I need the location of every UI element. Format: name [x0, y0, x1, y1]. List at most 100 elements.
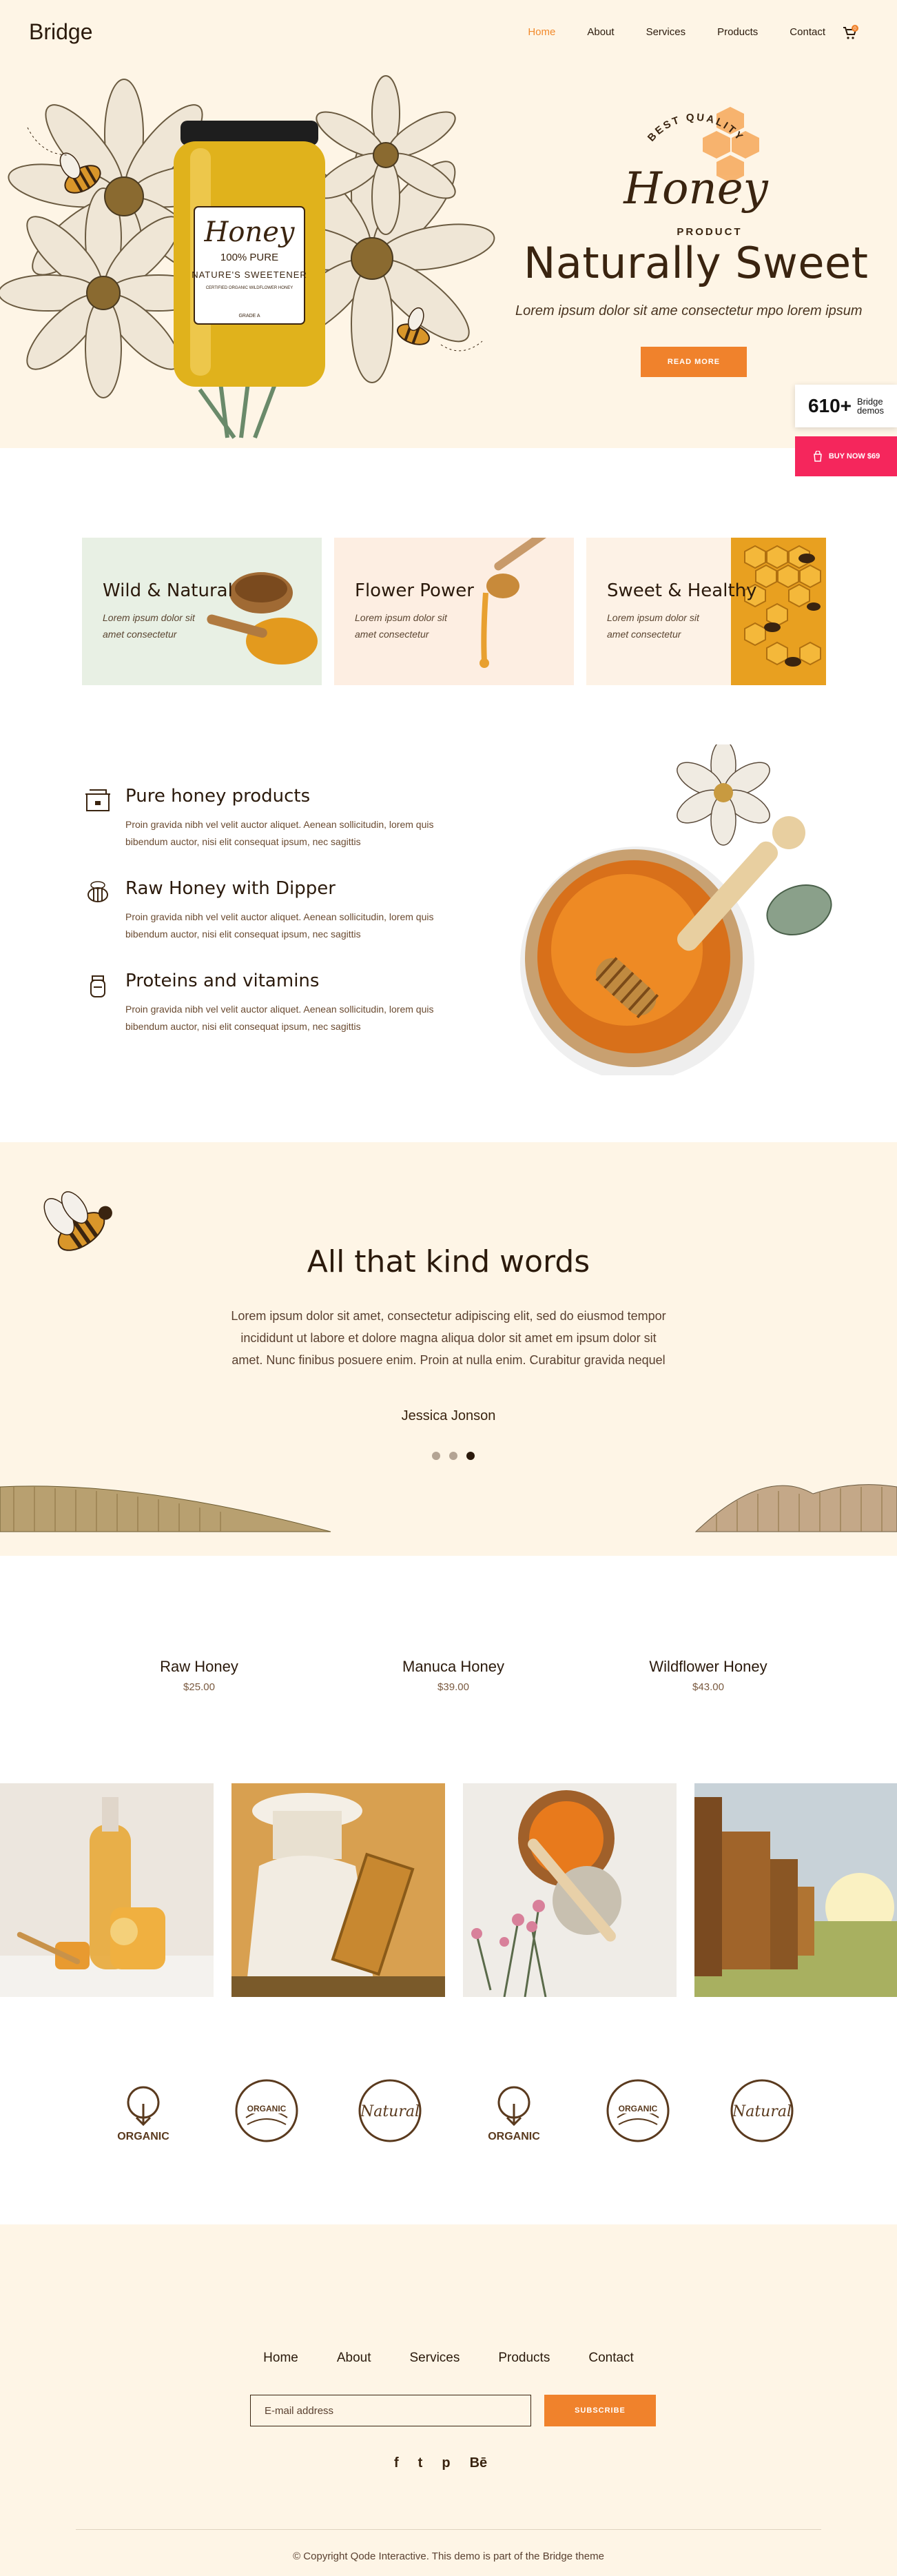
product-name[interactable]: Raw Honey — [96, 1658, 302, 1676]
footer-nav-home[interactable]: Home — [263, 2351, 298, 2366]
honey-bowl-flowers-image — [471, 1790, 621, 1997]
demos-count-widget[interactable]: 610+ Bridge demos — [795, 385, 897, 427]
footer-divider — [76, 2529, 821, 2530]
card-title: Sweet & Healthy — [607, 580, 757, 601]
card-flower-power[interactable]: Flower Power Lorem ipsum dolor sit amet … — [334, 538, 574, 685]
nav-home[interactable]: Home — [528, 26, 555, 38]
svg-text:GRADE A: GRADE A — [238, 314, 260, 318]
natural-script-badge-icon: Natural — [730, 2079, 794, 2142]
cart-icon[interactable]: 0 — [842, 25, 858, 41]
email-field[interactable] — [250, 2395, 531, 2426]
slider-dot-active[interactable] — [466, 1452, 475, 1460]
svg-text:ORGANIC: ORGANIC — [117, 2131, 169, 2142]
feature-raw-honey: Raw Honey with Dipper Proin gravida nibh… — [83, 878, 468, 947]
shopping-bag-icon — [813, 451, 822, 462]
svg-text:NATURE'S SWEETENER: NATURE'S SWEETENER — [192, 270, 307, 280]
hills-illustration — [0, 1484, 897, 1532]
feature-title: Pure honey products — [125, 786, 311, 807]
slider-dot[interactable] — [449, 1452, 457, 1460]
feature-text: Proin gravida nibh vel velit auctor aliq… — [125, 1004, 434, 1032]
card-text: Lorem ipsum dolor sit amet consectetur — [607, 612, 699, 640]
buy-now-widget[interactable]: BUY NOW $69 — [795, 436, 897, 476]
footer-nav: Home About Services Products Contact — [0, 2351, 897, 2366]
product-wildflower-honey[interactable]: Wildflower Honey $43.00 — [605, 1658, 812, 1693]
natural-script-badge-icon: Natural — [358, 2079, 422, 2142]
svg-text:PRODUCT: PRODUCT — [677, 226, 742, 238]
honey-pot-dipper-image — [520, 744, 832, 1075]
gallery-photo-beehives[interactable] — [694, 1783, 897, 1997]
hero-subtitle: Lorem ipsum dolor sit ame consectetur mp… — [515, 303, 863, 318]
demos-label: Bridge demos — [857, 396, 885, 416]
honey-jar-icon — [90, 975, 105, 997]
nav-about[interactable]: About — [587, 26, 614, 38]
beehives-image — [694, 1783, 897, 1997]
honey-quality-badge: BEST QUALITY Honey PRODUCT — [623, 107, 769, 238]
nav-products[interactable]: Products — [717, 26, 758, 38]
subscribe-button[interactable]: SUBSCRIBE — [544, 2395, 656, 2426]
pinterest-icon[interactable]: p — [442, 2455, 450, 2471]
feature-pure-honey: Pure honey products Proin gravida nibh v… — [83, 786, 468, 855]
organic-field-badge-icon: ORGANIC — [235, 2079, 298, 2142]
product-price: $39.00 — [437, 1681, 469, 1693]
nav-contact[interactable]: Contact — [790, 26, 825, 38]
site-header: Bridge Home About Services Products Cont… — [0, 0, 897, 65]
footer-nav-about[interactable]: About — [337, 2351, 371, 2366]
twitter-icon[interactable]: t — [418, 2455, 423, 2471]
feature-title: Raw Honey with Dipper — [125, 878, 336, 899]
product-manuca-honey[interactable]: Manuca Honey $39.00 — [350, 1658, 557, 1693]
gallery-photo-beekeeper[interactable] — [231, 1783, 445, 1997]
beekeeper-image — [231, 1783, 445, 1997]
card-wild-natural[interactable]: Wild & Natural Lorem ipsum dolor sit ame… — [82, 538, 322, 685]
bee-icon — [87, 881, 108, 902]
footer-nav-contact[interactable]: Contact — [588, 2351, 633, 2366]
read-more-button[interactable]: READ MORE — [641, 347, 747, 377]
testimonial-quote: Lorem ipsum dolor sit amet, consectetur … — [231, 1309, 666, 1367]
svg-text:0: 0 — [854, 27, 856, 32]
gallery-photo-bottles[interactable] — [0, 1783, 214, 1997]
footer-nav-products[interactable]: Products — [498, 2351, 550, 2366]
svg-text:Natural: Natural — [732, 2103, 792, 2120]
feature-text: Proin gravida nibh vel velit auctor aliq… — [125, 819, 434, 847]
card-title: Flower Power — [355, 580, 474, 601]
buy-now-label: BUY NOW $69 — [828, 452, 880, 460]
organic-field-badge-icon: ORGANIC — [606, 2079, 670, 2142]
behance-icon[interactable]: Bē — [470, 2455, 488, 2471]
testimonial-author: Jessica Jonson — [401, 1408, 496, 1423]
beehive-box-icon — [85, 789, 110, 811]
hero-illustration: Honey 100% PURE NATURE'S SWEETENER CERTI… — [0, 75, 495, 439]
feature-text: Proin gravida nibh vel velit auctor aliq… — [125, 911, 434, 940]
svg-text:ORGANIC: ORGANIC — [488, 2131, 540, 2142]
feature-proteins: Proteins and vitamins Proin gravida nibh… — [83, 971, 468, 1039]
gallery-photo-honey-flowers[interactable] — [463, 1783, 677, 1997]
product-name[interactable]: Manuca Honey — [350, 1658, 557, 1676]
product-price: $43.00 — [692, 1681, 724, 1693]
facebook-icon[interactable]: f — [394, 2455, 399, 2471]
testimonial-title: All that kind words — [307, 1244, 590, 1279]
svg-text:Honey: Honey — [623, 163, 768, 214]
slider-dot[interactable] — [432, 1452, 440, 1460]
honey-bottles-image — [0, 1797, 214, 1997]
slider-dots — [432, 1452, 475, 1460]
copyright-text: © Copyright Qode Interactive. This demo … — [293, 2550, 604, 2562]
site-logo[interactable]: Bridge — [29, 19, 93, 45]
organic-tree-badge-icon: ORGANIC — [488, 2086, 540, 2142]
nav-services[interactable]: Services — [646, 26, 686, 38]
svg-text:Natural: Natural — [360, 2103, 420, 2120]
product-raw-honey[interactable]: Raw Honey $25.00 — [96, 1658, 302, 1693]
svg-text:Honey: Honey — [204, 216, 296, 248]
product-price: $25.00 — [183, 1681, 215, 1693]
svg-text:100% PURE: 100% PURE — [220, 252, 278, 263]
card-text: Lorem ipsum dolor sit amet consectetur — [103, 612, 195, 640]
testimonial-section: All that kind words Lorem ipsum dolor si… — [0, 1142, 897, 1556]
product-name[interactable]: Wildflower Honey — [605, 1658, 812, 1676]
demos-count: 610+ — [807, 395, 852, 416]
main-nav: Home About Services Products Contact — [528, 26, 825, 38]
svg-text:CERTIFIED ORGANIC WILDFLOWER H: CERTIFIED ORGANIC WILDFLOWER HONEY — [206, 286, 293, 290]
site-footer: Home About Services Products Contact SUB… — [0, 2224, 897, 2576]
social-links: f t p Bē — [394, 2455, 487, 2471]
card-text: Lorem ipsum dolor sit amet consectetur — [355, 612, 447, 640]
feature-title: Proteins and vitamins — [125, 971, 320, 991]
card-sweet-healthy[interactable]: Sweet & Healthy Lorem ipsum dolor sit am… — [586, 538, 826, 685]
card-title: Wild & Natural — [103, 580, 233, 601]
footer-nav-services[interactable]: Services — [410, 2351, 460, 2366]
